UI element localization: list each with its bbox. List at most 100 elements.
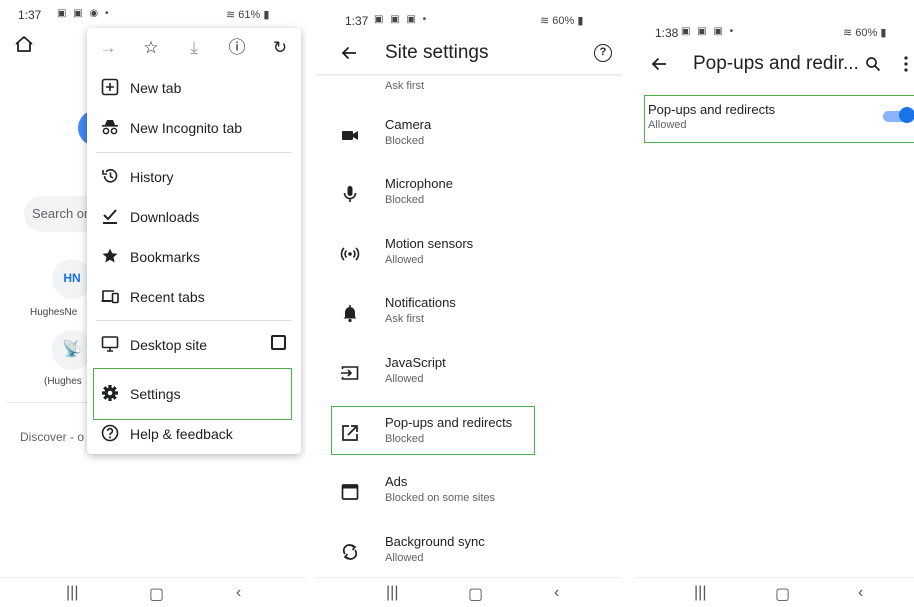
home-button-icon[interactable]: ▢ (775, 584, 790, 604)
divider (6, 402, 92, 403)
menu-item-label: History (130, 169, 174, 185)
row-subtitle: Allowed (385, 552, 424, 564)
signal-icons: ≋ 60% ▮ (843, 26, 886, 39)
settings-row-motion-sensors[interactable]: Motion sensors Allowed (316, 228, 622, 284)
android-nav-bar: ||| ▢ ‹ (0, 577, 306, 607)
battery-icon: ▮ (577, 15, 584, 27)
downloads-icon (103, 209, 117, 224)
row-subtitle: Allowed (385, 254, 424, 266)
row-subtitle: Blocked on some sites (385, 492, 496, 504)
recents-icon[interactable]: ||| (694, 584, 706, 602)
menu-item-bookmarks[interactable]: Bookmarks (87, 237, 301, 277)
shortcut-tile-hughes[interactable]: 📡 (52, 330, 92, 370)
signal-icons: ≋ 60% ▮ (540, 14, 583, 27)
site-settings-screen: 1:37 ▣ ▣ ▣ • ≋ 60% ▮ Site settings ? Ask… (316, 0, 622, 607)
highlight-box (644, 95, 914, 143)
status-bar: 1:37 ▣ ▣ ◉ • ≋ 61% ▮ (0, 0, 306, 26)
wifi-icon: ≋ (226, 9, 236, 21)
shortcut-tile-hughesnet[interactable]: HN (52, 259, 92, 299)
settings-row-ads[interactable]: Ads Blocked on some sites (316, 466, 622, 522)
back-icon[interactable]: ‹ (858, 584, 863, 602)
shortcut-label: HughesNe (30, 307, 78, 318)
highlight-box (331, 406, 535, 455)
menu-item-help-feedback[interactable]: Help & feedback (87, 414, 301, 454)
row-subtitle: Allowed (385, 373, 424, 385)
row-title: Motion sensors (385, 236, 474, 251)
discover-heading: Discover - o (20, 430, 85, 444)
desktop-site-checkbox[interactable] (271, 335, 286, 350)
motion-sensor-icon (340, 247, 360, 261)
search-icon[interactable] (865, 56, 881, 72)
info-icon[interactable]: ⓘ (227, 38, 247, 58)
notification-icons: ▣ ▣ ◉ • (57, 8, 111, 19)
status-time: 1:37 (18, 8, 42, 22)
android-nav-bar: ||| ▢ ‹ (634, 577, 914, 607)
settings-row-notifications[interactable]: Notifications Ask first (316, 287, 622, 343)
incognito-icon (102, 120, 118, 135)
wifi-icon: ≋ (540, 15, 550, 27)
sync-icon (342, 544, 358, 560)
settings-row-background-sync[interactable]: Background sync Allowed (316, 526, 622, 582)
row-subtitle: Ask first (385, 313, 425, 325)
status-time: 1:38 (655, 26, 679, 40)
javascript-icon (341, 366, 359, 380)
menu-item-label: Help & feedback (130, 426, 233, 442)
home-button-icon[interactable]: ▢ (149, 584, 164, 604)
status-bar: 1:38 ▣ ▣ ▣ • ≋ 60% ▮ (634, 0, 914, 40)
battery-icon: ▮ (263, 9, 270, 21)
battery-percent: 60% (855, 27, 878, 39)
history-icon (102, 169, 118, 183)
more-vert-icon[interactable] (903, 55, 909, 73)
settings-row-camera[interactable]: Camera Blocked (316, 109, 622, 165)
settings-row-partial[interactable]: Ask first (316, 56, 622, 92)
menu-item-downloads[interactable]: Downloads (87, 197, 301, 237)
desktop-icon (101, 336, 119, 352)
menu-item-label: Downloads (130, 209, 200, 225)
row-title: Microphone (385, 176, 453, 191)
help-icon (101, 424, 119, 442)
menu-item-recent-tabs[interactable]: Recent tabs (87, 277, 301, 317)
signal-icons: ≋ 61% ▮ (226, 8, 269, 21)
menu-toolbar: → ☆ ⤓ ⓘ ↻ (87, 28, 301, 68)
menu-divider (96, 152, 292, 153)
recents-icon[interactable]: ||| (66, 584, 78, 602)
row-subtitle: Ask first (385, 80, 425, 92)
satellite-icon: 📡 (62, 341, 82, 358)
chrome-menu-screen: 1:37 ▣ ▣ ◉ • ≋ 61% ▮ Search or HN Hughes… (0, 0, 306, 607)
row-subtitle: Blocked (385, 194, 425, 206)
notification-icons: ▣ ▣ ▣ • (681, 26, 736, 37)
android-nav-bar: ||| ▢ ‹ (316, 577, 622, 607)
forward-icon[interactable]: → (98, 38, 118, 58)
menu-item-label: New tab (130, 80, 182, 96)
ads-icon (341, 484, 359, 500)
back-icon[interactable]: ‹ (554, 584, 559, 602)
menu-item-new-incognito-tab[interactable]: New Incognito tab (87, 108, 301, 148)
menu-item-new-tab[interactable]: New tab (87, 68, 301, 108)
bookmarks-star-icon (102, 248, 118, 263)
popups-settings-screen: 1:38 ▣ ▣ ▣ • ≋ 60% ▮ Pop-ups and redir..… (634, 0, 914, 607)
notification-icons: ▣ ▣ ▣ • (374, 14, 429, 25)
status-bar: 1:37 ▣ ▣ ▣ • ≋ 60% ▮ (316, 0, 622, 28)
refresh-icon[interactable]: ↻ (270, 38, 290, 58)
new-tab-icon (101, 78, 119, 96)
back-arrow-icon[interactable] (650, 55, 668, 73)
status-time: 1:37 (345, 14, 369, 28)
row-title: Camera (385, 117, 432, 132)
menu-item-label: New Incognito tab (130, 120, 243, 136)
highlight-box (93, 368, 292, 420)
download-icon[interactable]: ⤓ (184, 38, 204, 58)
home-button-icon[interactable]: ▢ (468, 584, 483, 604)
back-icon[interactable]: ‹ (236, 584, 241, 602)
menu-item-label: Bookmarks (130, 249, 201, 265)
settings-row-javascript[interactable]: JavaScript Allowed (316, 347, 622, 403)
home-icon[interactable] (14, 34, 34, 54)
menu-item-history[interactable]: History (87, 157, 301, 197)
shortcut-label: (Hughes (44, 376, 82, 387)
settings-row-microphone[interactable]: Microphone Blocked (316, 168, 622, 224)
row-title: Notifications (385, 295, 456, 310)
menu-item-desktop-site[interactable]: Desktop site (87, 325, 301, 365)
menu-item-label: Desktop site (130, 337, 208, 353)
bookmark-star-icon[interactable]: ☆ (141, 38, 161, 58)
menu-divider (96, 320, 292, 321)
recents-icon[interactable]: ||| (386, 584, 398, 602)
